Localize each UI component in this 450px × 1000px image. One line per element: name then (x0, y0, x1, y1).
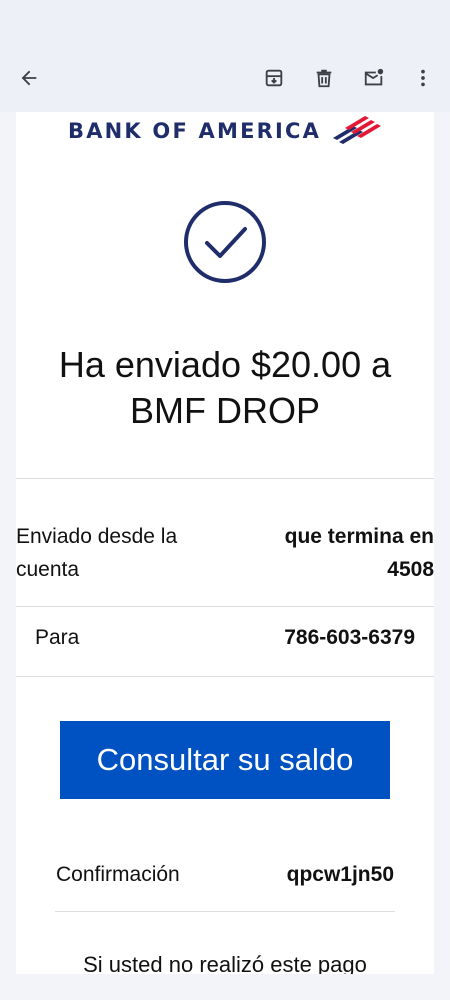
from-label-line-1: Enviado desde la (16, 525, 178, 548)
trash-icon (316, 69, 332, 88)
archive-button[interactable] (258, 62, 290, 94)
email-toolbar (0, 0, 450, 112)
check-balance-button[interactable]: Consultar su saldo (60, 721, 390, 799)
check-circle-icon (184, 201, 266, 283)
back-button[interactable] (13, 62, 45, 94)
divider (16, 606, 434, 607)
divider (16, 676, 434, 677)
from-value-line-2: 4508 (387, 558, 434, 581)
disclaimer-text: Si usted no realizó este pago (83, 952, 367, 974)
recipient-value: 786-603-6379 (284, 626, 415, 649)
bank-logo: BANK OF AMERICA (68, 114, 387, 148)
from-value-line-1: que termina en (284, 525, 434, 548)
email-body: BANK OF AMERICA Ha enviado $20.00 a BMF … (16, 112, 434, 974)
divider (16, 478, 434, 479)
headline-line-2: BMF DROP (129, 390, 320, 431)
archive-icon (265, 69, 283, 87)
confirmation-value: qpcw1jn50 (286, 863, 394, 886)
delete-button[interactable] (308, 62, 340, 94)
from-label-line-2: cuenta (16, 558, 80, 581)
more-options-button[interactable] (407, 62, 439, 94)
from-account-value: que termina en 4508 (285, 520, 434, 586)
mark-unread-button[interactable] (358, 62, 390, 94)
brand-name: BANK OF AMERICA (68, 119, 322, 143)
recipient-label: Para (35, 626, 80, 649)
flag-logo-icon (333, 116, 382, 144)
confirmation-label: Confirmación (56, 863, 180, 886)
from-account-label: Enviado desde la cuenta (16, 520, 177, 586)
headline-line-1: Ha enviado $20.00 a (58, 344, 392, 385)
more-vert-icon (421, 69, 425, 87)
payment-headline: Ha enviado $20.00 a BMF DROP (16, 342, 434, 434)
arrow-back-icon (21, 70, 37, 86)
divider (55, 911, 395, 912)
mark-unread-icon (364, 68, 384, 86)
bottom-background (0, 974, 450, 1000)
